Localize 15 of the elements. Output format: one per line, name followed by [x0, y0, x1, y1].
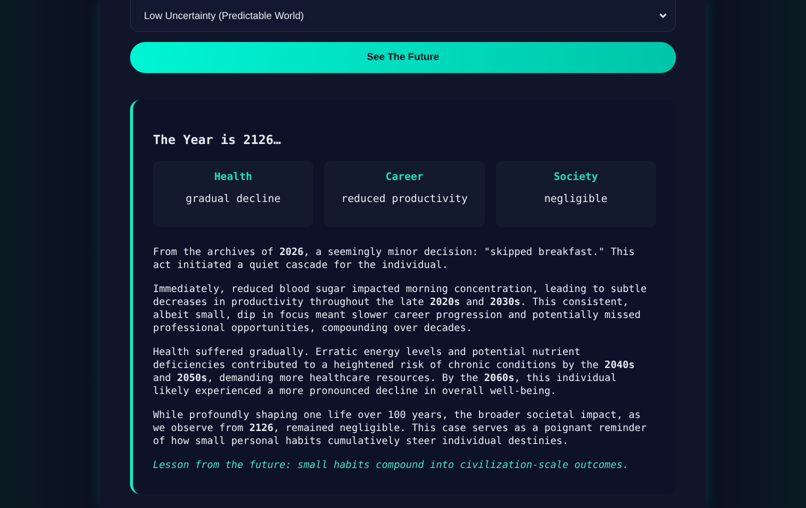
stat-value: negligible [544, 193, 608, 205]
lesson-text: Lesson from the future: small habits compound into civilization-scale outcomes. [153, 459, 630, 472]
stat-value: reduced productivity [341, 193, 468, 205]
story-paragraph: From the archives of 2026, a seemingly minor decision: "skipped breakfast." This act initiated a quiet cascade for the individual. [153, 246, 636, 272]
stat-label: Health [214, 171, 252, 183]
stat-label: Career [386, 171, 424, 183]
see-future-button[interactable]: See The Future [130, 42, 676, 73]
stat-value: gradual decline [186, 193, 281, 205]
uncertainty-select[interactable]: Low Uncertainty (Predictable World) [130, 0, 676, 32]
story-paragraph: Health suffered gradually. Erratic energy levels and potential nutrient deficiencies contributed to a heightened risk of chronic conditions by the 2040s and 2050s, demanding more healthcare resources. By the 2060s, this individual likely experienced a more pronounced decline in overall well-being. [153, 346, 636, 398]
story-paragraph: While profoundly shaping one life over 100 years, the broader societal impact, as we observe from 2126, remained negligible. This case serves as a poignant reminder of how small personal habits cumulatively steer individual destinies. [153, 409, 648, 448]
result-title: The Year is 2126… [153, 132, 282, 147]
chevron-down-icon [659, 13, 667, 19]
stat-label: Society [554, 171, 598, 183]
story-paragraph: Immediately, reduced blood sugar impacted morning concentration, leading to subtle decreases in productivity throughout the late 2020s and 2030s. This consistent, albeit small, dip in focus meant slower career progression and potentially missed professional opportunities, compounding over decades. [153, 283, 648, 335]
